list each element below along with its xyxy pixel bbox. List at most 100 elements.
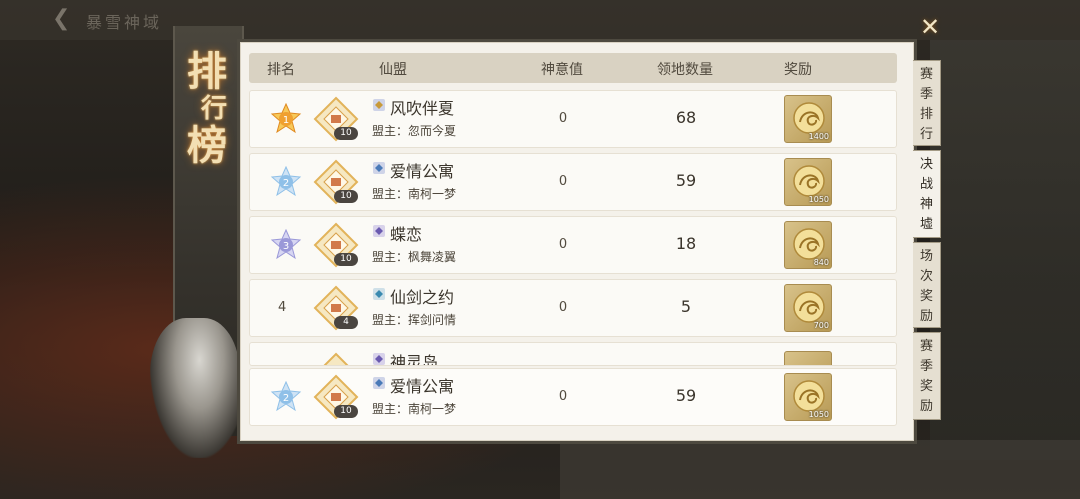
guild-name: 爱情公寓 [390,377,455,396]
tab-char: 奖 [919,379,933,394]
rank-medal-bronze-icon: 3 [270,228,302,261]
tab-char: 奖 [919,289,933,304]
table-row[interactable]: 1 10 风吹伴夏 盟主：忽而今夏 0 68 1400 [249,90,897,148]
table-header: 排名 仙盟 神意值 领地数量 奖励 [249,53,897,83]
dragon-token-icon [793,228,825,260]
divine-value: 0 [558,111,568,126]
tab-char: 场 [919,249,933,264]
tab-char: 季 [919,359,933,374]
rank-medal-silver-icon: 2 [270,165,302,198]
tab-char: 励 [919,309,933,324]
tab-char: 行 [919,127,933,142]
header-reward: 奖励 [784,62,812,78]
tab-char: 赛 [919,67,933,82]
reward-item[interactable]: 840 [784,221,832,269]
guild-name: 风吹伴夏 [390,99,455,118]
rank-medal-silver-icon: 2 [270,380,302,413]
tab-char: 战 [919,177,933,192]
rank-medal-number: 1 [283,115,289,126]
background-title: 暴雪神域 [86,13,163,32]
ranking-banner-title: 排 行 榜 [180,52,234,166]
guild-name: 仙剑之约 [390,288,455,307]
emblem-level-badge: 10 [334,405,358,418]
emblem-level-badge: 4 [334,316,358,329]
guild-type-icon [372,286,386,300]
stone-lion-statue [150,318,240,458]
reward-count: 840 [813,258,829,267]
divine-value: 0 [558,237,568,252]
territory-count: 18 [675,234,697,253]
territory-count: 59 [675,386,697,405]
divine-value: 0 [558,174,568,189]
table-row[interactable]: 神灵岛 [249,342,897,366]
table-row[interactable]: 2 10 爱情公寓 盟主：南柯一梦 0 59 1050 [249,153,897,211]
table-row[interactable]: 4 4 仙剑之约 盟主：挥剑问情 0 5 700 [249,279,897,337]
header-guild: 仙盟 [379,62,407,78]
rank-medal-number: 2 [283,393,289,404]
reward-item[interactable]: 1400 [784,95,832,143]
reward-count: 1050 [808,410,829,419]
guild-type-icon [372,223,386,237]
reward-count: 1050 [808,195,829,204]
reward-item[interactable]: 1050 [784,158,832,206]
emblem-level-badge: 10 [334,190,358,203]
header-rank: 排名 [267,62,295,78]
guild-emblem-icon [312,351,360,365]
guild-type-icon [372,160,386,174]
tab-season-ranking[interactable]: 赛 季 排 行 [913,60,941,146]
banner-char-2: 行 [200,94,227,124]
banner-char-1: 排 [187,48,227,95]
guild-leader: 盟主：枫舞凌翼 [372,250,457,264]
guild-type-icon [372,351,386,365]
back-arrow-icon[interactable]: ❮ [52,6,70,31]
guild-type-icon [372,375,386,389]
ranking-panel: 排名 仙盟 神意值 领地数量 奖励 1 10 风吹伴夏 盟主：忽而今夏 0 68… [240,42,914,441]
territory-count: 5 [680,297,692,316]
close-button[interactable]: ✕ [917,14,943,40]
divine-value: 0 [558,300,568,315]
tab-char: 神 [919,197,933,212]
guild-name: 神灵岛 [390,353,439,366]
dragon-token-icon [793,291,825,323]
tab-match-rewards[interactable]: 场 次 奖 励 [913,242,941,328]
dragon-token-icon [793,380,825,412]
divine-value: 0 [558,389,568,404]
emblem-level-badge: 10 [334,127,358,140]
tab-decisive-battle[interactable]: 决 战 神 墟 [913,150,941,238]
background-right-panel [930,40,1080,460]
dragon-token-icon [793,165,825,197]
guild-name: 爱情公寓 [390,162,455,181]
guild-leader: 盟主：南柯一梦 [372,187,457,201]
reward-count: 1400 [808,132,829,141]
territory-count: 68 [675,108,697,127]
table-row[interactable]: 3 10 蝶恋 盟主：枫舞凌翼 0 18 840 [249,216,897,274]
tab-char: 排 [919,107,933,122]
guild-leader: 盟主：挥剑问情 [372,313,457,327]
reward-item[interactable] [784,351,832,365]
tab-char: 决 [919,157,933,172]
rank-medal-gold-icon: 1 [270,102,302,135]
reward-item[interactable]: 1050 [784,373,832,421]
tab-char: 墟 [919,217,933,232]
dragon-token-icon [793,102,825,134]
rank-medal-number: 2 [283,178,289,189]
tab-char: 励 [919,399,933,414]
tab-char: 季 [919,87,933,102]
banner-char-3: 榜 [187,122,227,169]
tab-char: 次 [919,269,933,284]
guild-name: 蝶恋 [390,225,423,244]
header-territory: 领地数量 [657,62,713,78]
tab-season-rewards[interactable]: 赛 季 奖 励 [913,332,941,420]
territory-count: 59 [675,171,697,190]
emblem-level-badge: 10 [334,253,358,266]
rank-number: 4 [278,300,287,315]
header-divine-value: 神意值 [541,62,583,78]
own-guild-row[interactable]: 2 10 爱情公寓 盟主：南柯一梦 0 59 1050 [249,368,897,426]
reward-count: 700 [813,321,829,330]
reward-item[interactable]: 700 [784,284,832,332]
background-bottom-bar [560,440,1080,499]
rank-medal-number: 3 [283,241,289,252]
guild-leader: 盟主：忽而今夏 [372,124,457,138]
guild-type-icon [372,97,386,111]
tab-char: 赛 [919,339,933,354]
